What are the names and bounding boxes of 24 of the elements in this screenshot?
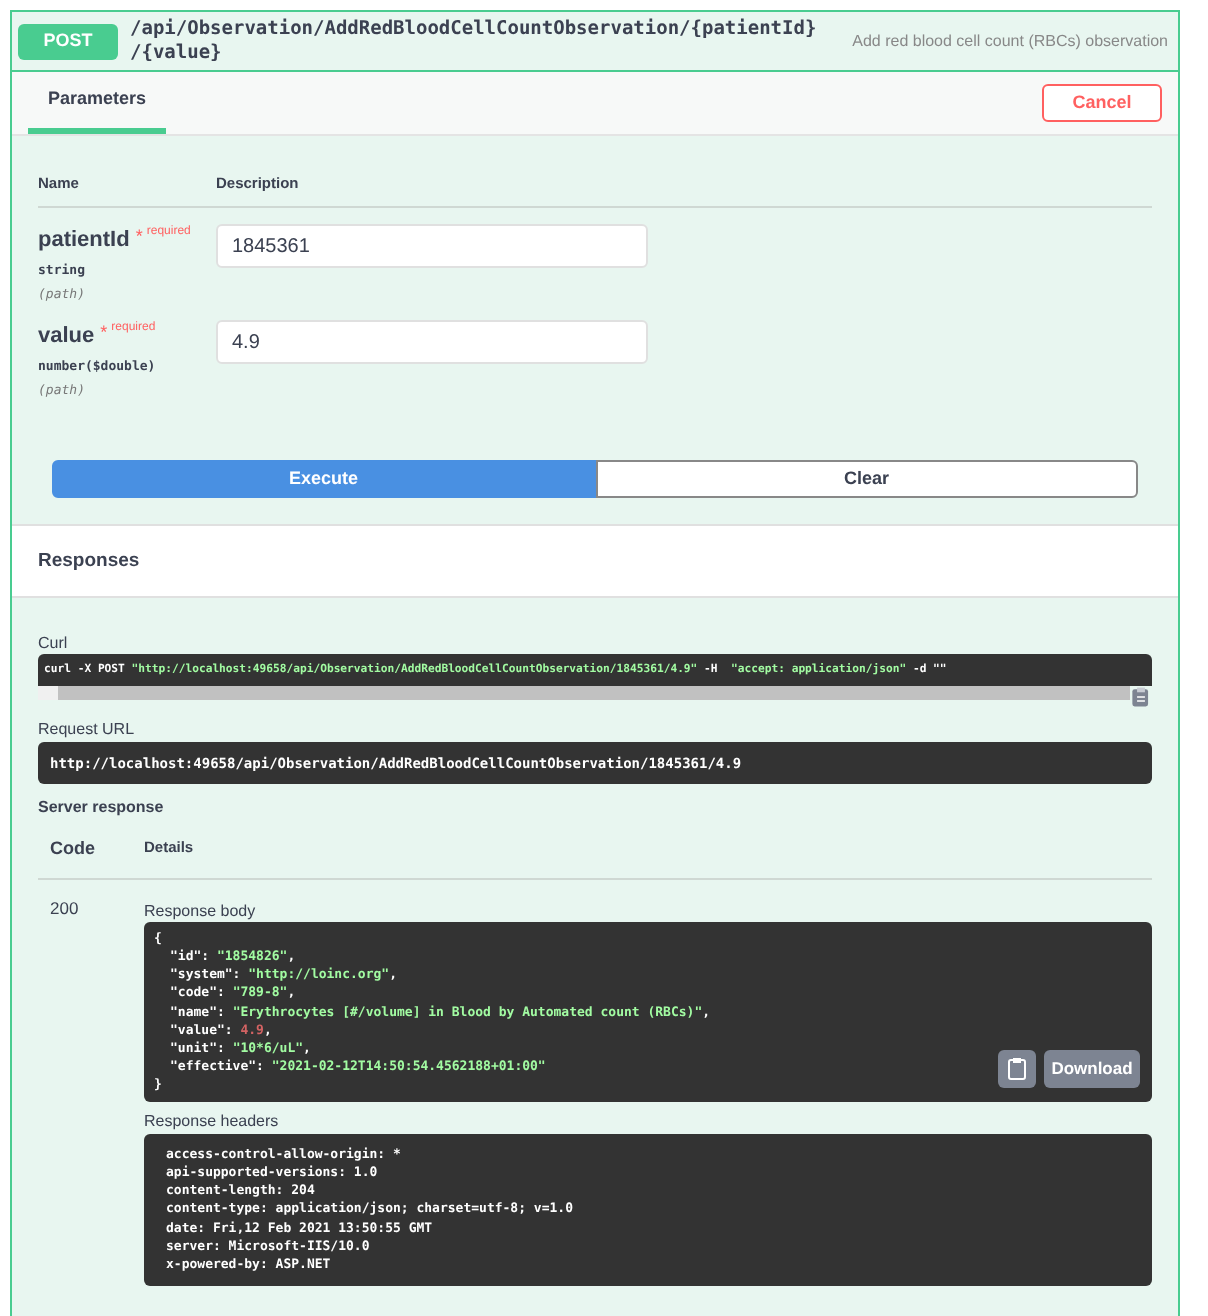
parameter-name: patientId: [38, 226, 130, 257]
input-field[interactable]: 1845361: [216, 224, 648, 269]
field-label: Response headers: [144, 1109, 281, 1134]
download-button[interactable]: Download: [1044, 1049, 1140, 1088]
section-title: Responses: [38, 547, 140, 576]
field-label: Curl: [38, 632, 70, 655]
required-mark: *: [100, 320, 108, 347]
parameter-name: value: [38, 322, 95, 353]
method-badge: POST: [18, 23, 118, 59]
clear-button[interactable]: Clear: [595, 460, 1138, 499]
copy-icon[interactable]: [1130, 686, 1152, 709]
input-field[interactable]: 4.9: [216, 320, 648, 365]
endpoint-path: /api/Observation/AddRedBloodCellCountObservation/{patientId} /{value}: [130, 17, 817, 65]
status-code: 200: [48, 895, 81, 922]
column-header: Code: [48, 836, 97, 863]
field-label: Request URL: [38, 718, 137, 743]
required-mark: *: [135, 224, 143, 251]
endpoint-summary: Add red blood cell count (RBCs) observation: [852, 29, 1168, 53]
copy-icon: [1008, 1057, 1026, 1080]
copy-button[interactable]: [998, 1049, 1036, 1088]
field-label: Response body: [144, 899, 258, 922]
tab[interactable]: Parameters: [28, 70, 167, 134]
field-label: Server response: [38, 796, 166, 821]
horizontal-scrollbar[interactable]: [38, 686, 1130, 701]
